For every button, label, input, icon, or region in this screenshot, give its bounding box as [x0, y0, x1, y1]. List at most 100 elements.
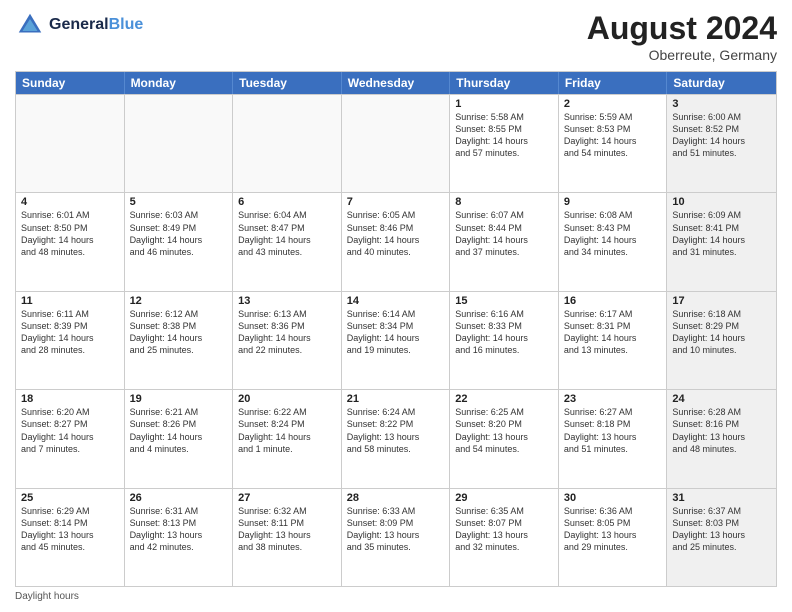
cell-info: Sunrise: 6:21 AM Sunset: 8:26 PM Dayligh…: [130, 406, 228, 455]
cell-info: Sunrise: 6:22 AM Sunset: 8:24 PM Dayligh…: [238, 406, 336, 455]
day-number: 27: [238, 492, 336, 504]
cal-cell-3-4: 22Sunrise: 6:25 AM Sunset: 8:20 PM Dayli…: [450, 390, 559, 487]
cell-info: Sunrise: 6:05 AM Sunset: 8:46 PM Dayligh…: [347, 209, 445, 258]
cell-info: Sunrise: 6:20 AM Sunset: 8:27 PM Dayligh…: [21, 406, 119, 455]
cell-info: Sunrise: 6:33 AM Sunset: 8:09 PM Dayligh…: [347, 505, 445, 554]
day-number: 25: [21, 492, 119, 504]
logo-text: GeneralBlue: [49, 16, 143, 34]
logo-icon: [15, 10, 45, 40]
footer-note: Daylight hours: [15, 591, 777, 602]
cell-info: Sunrise: 6:17 AM Sunset: 8:31 PM Dayligh…: [564, 308, 662, 357]
cal-cell-2-2: 13Sunrise: 6:13 AM Sunset: 8:36 PM Dayli…: [233, 292, 342, 389]
cal-cell-2-3: 14Sunrise: 6:14 AM Sunset: 8:34 PM Dayli…: [342, 292, 451, 389]
day-number: 9: [564, 196, 662, 208]
day-number: 15: [455, 295, 553, 307]
cal-cell-0-4: 1Sunrise: 5:58 AM Sunset: 8:55 PM Daylig…: [450, 95, 559, 192]
cal-cell-1-0: 4Sunrise: 6:01 AM Sunset: 8:50 PM Daylig…: [16, 193, 125, 290]
cell-info: Sunrise: 6:36 AM Sunset: 8:05 PM Dayligh…: [564, 505, 662, 554]
day-number: 10: [672, 196, 771, 208]
day-number: 22: [455, 393, 553, 405]
cell-info: Sunrise: 6:09 AM Sunset: 8:41 PM Dayligh…: [672, 209, 771, 258]
header-sunday: Sunday: [16, 72, 125, 94]
header-tuesday: Tuesday: [233, 72, 342, 94]
day-number: 18: [21, 393, 119, 405]
cell-info: Sunrise: 6:18 AM Sunset: 8:29 PM Dayligh…: [672, 308, 771, 357]
cal-cell-1-4: 8Sunrise: 6:07 AM Sunset: 8:44 PM Daylig…: [450, 193, 559, 290]
day-number: 13: [238, 295, 336, 307]
logo: GeneralBlue: [15, 10, 143, 40]
cal-cell-2-6: 17Sunrise: 6:18 AM Sunset: 8:29 PM Dayli…: [667, 292, 776, 389]
cell-info: Sunrise: 6:28 AM Sunset: 8:16 PM Dayligh…: [672, 406, 771, 455]
cal-row-3: 18Sunrise: 6:20 AM Sunset: 8:27 PM Dayli…: [16, 389, 776, 487]
cal-cell-1-5: 9Sunrise: 6:08 AM Sunset: 8:43 PM Daylig…: [559, 193, 668, 290]
cal-cell-4-6: 31Sunrise: 6:37 AM Sunset: 8:03 PM Dayli…: [667, 489, 776, 586]
cell-info: Sunrise: 6:29 AM Sunset: 8:14 PM Dayligh…: [21, 505, 119, 554]
cal-cell-4-5: 30Sunrise: 6:36 AM Sunset: 8:05 PM Dayli…: [559, 489, 668, 586]
cell-info: Sunrise: 6:25 AM Sunset: 8:20 PM Dayligh…: [455, 406, 553, 455]
calendar-body: 1Sunrise: 5:58 AM Sunset: 8:55 PM Daylig…: [16, 94, 776, 586]
day-number: 23: [564, 393, 662, 405]
cal-cell-2-0: 11Sunrise: 6:11 AM Sunset: 8:39 PM Dayli…: [16, 292, 125, 389]
cell-info: Sunrise: 6:12 AM Sunset: 8:38 PM Dayligh…: [130, 308, 228, 357]
cell-info: Sunrise: 5:59 AM Sunset: 8:53 PM Dayligh…: [564, 111, 662, 160]
day-number: 7: [347, 196, 445, 208]
day-number: 21: [347, 393, 445, 405]
day-number: 30: [564, 492, 662, 504]
cal-cell-3-6: 24Sunrise: 6:28 AM Sunset: 8:16 PM Dayli…: [667, 390, 776, 487]
day-number: 11: [21, 295, 119, 307]
day-number: 16: [564, 295, 662, 307]
header-thursday: Thursday: [450, 72, 559, 94]
cal-cell-3-5: 23Sunrise: 6:27 AM Sunset: 8:18 PM Dayli…: [559, 390, 668, 487]
header-friday: Friday: [559, 72, 668, 94]
cell-info: Sunrise: 6:04 AM Sunset: 8:47 PM Dayligh…: [238, 209, 336, 258]
cal-cell-0-0: [16, 95, 125, 192]
cal-cell-4-4: 29Sunrise: 6:35 AM Sunset: 8:07 PM Dayli…: [450, 489, 559, 586]
cell-info: Sunrise: 6:32 AM Sunset: 8:11 PM Dayligh…: [238, 505, 336, 554]
cell-info: Sunrise: 5:58 AM Sunset: 8:55 PM Dayligh…: [455, 111, 553, 160]
cal-row-1: 4Sunrise: 6:01 AM Sunset: 8:50 PM Daylig…: [16, 192, 776, 290]
cal-cell-0-3: [342, 95, 451, 192]
cal-cell-0-1: [125, 95, 234, 192]
cal-cell-3-3: 21Sunrise: 6:24 AM Sunset: 8:22 PM Dayli…: [342, 390, 451, 487]
cell-info: Sunrise: 6:35 AM Sunset: 8:07 PM Dayligh…: [455, 505, 553, 554]
cal-row-4: 25Sunrise: 6:29 AM Sunset: 8:14 PM Dayli…: [16, 488, 776, 586]
cal-cell-1-2: 6Sunrise: 6:04 AM Sunset: 8:47 PM Daylig…: [233, 193, 342, 290]
cell-info: Sunrise: 6:37 AM Sunset: 8:03 PM Dayligh…: [672, 505, 771, 554]
day-number: 5: [130, 196, 228, 208]
header-monday: Monday: [125, 72, 234, 94]
cell-info: Sunrise: 6:27 AM Sunset: 8:18 PM Dayligh…: [564, 406, 662, 455]
day-number: 3: [672, 98, 771, 110]
cal-cell-4-1: 26Sunrise: 6:31 AM Sunset: 8:13 PM Dayli…: [125, 489, 234, 586]
day-number: 8: [455, 196, 553, 208]
cal-cell-2-5: 16Sunrise: 6:17 AM Sunset: 8:31 PM Dayli…: [559, 292, 668, 389]
day-number: 1: [455, 98, 553, 110]
day-number: 28: [347, 492, 445, 504]
location: Oberreute, Germany: [587, 47, 777, 63]
cal-row-0: 1Sunrise: 5:58 AM Sunset: 8:55 PM Daylig…: [16, 94, 776, 192]
day-number: 19: [130, 393, 228, 405]
calendar: Sunday Monday Tuesday Wednesday Thursday…: [15, 71, 777, 587]
day-number: 26: [130, 492, 228, 504]
cell-info: Sunrise: 6:31 AM Sunset: 8:13 PM Dayligh…: [130, 505, 228, 554]
day-number: 17: [672, 295, 771, 307]
page: GeneralBlue August 2024 Oberreute, Germa…: [0, 0, 792, 612]
cal-cell-2-1: 12Sunrise: 6:12 AM Sunset: 8:38 PM Dayli…: [125, 292, 234, 389]
title-block: August 2024 Oberreute, Germany: [587, 10, 777, 63]
day-number: 4: [21, 196, 119, 208]
day-number: 24: [672, 393, 771, 405]
day-number: 6: [238, 196, 336, 208]
cal-cell-4-0: 25Sunrise: 6:29 AM Sunset: 8:14 PM Dayli…: [16, 489, 125, 586]
calendar-header: Sunday Monday Tuesday Wednesday Thursday…: [16, 72, 776, 94]
cal-cell-4-2: 27Sunrise: 6:32 AM Sunset: 8:11 PM Dayli…: [233, 489, 342, 586]
cal-cell-2-4: 15Sunrise: 6:16 AM Sunset: 8:33 PM Dayli…: [450, 292, 559, 389]
cell-info: Sunrise: 6:14 AM Sunset: 8:34 PM Dayligh…: [347, 308, 445, 357]
cal-cell-0-5: 2Sunrise: 5:59 AM Sunset: 8:53 PM Daylig…: [559, 95, 668, 192]
cal-row-2: 11Sunrise: 6:11 AM Sunset: 8:39 PM Dayli…: [16, 291, 776, 389]
cell-info: Sunrise: 6:08 AM Sunset: 8:43 PM Dayligh…: [564, 209, 662, 258]
cal-cell-1-3: 7Sunrise: 6:05 AM Sunset: 8:46 PM Daylig…: [342, 193, 451, 290]
day-number: 12: [130, 295, 228, 307]
day-number: 29: [455, 492, 553, 504]
day-number: 20: [238, 393, 336, 405]
month-year: August 2024: [587, 10, 777, 47]
cal-cell-0-6: 3Sunrise: 6:00 AM Sunset: 8:52 PM Daylig…: [667, 95, 776, 192]
